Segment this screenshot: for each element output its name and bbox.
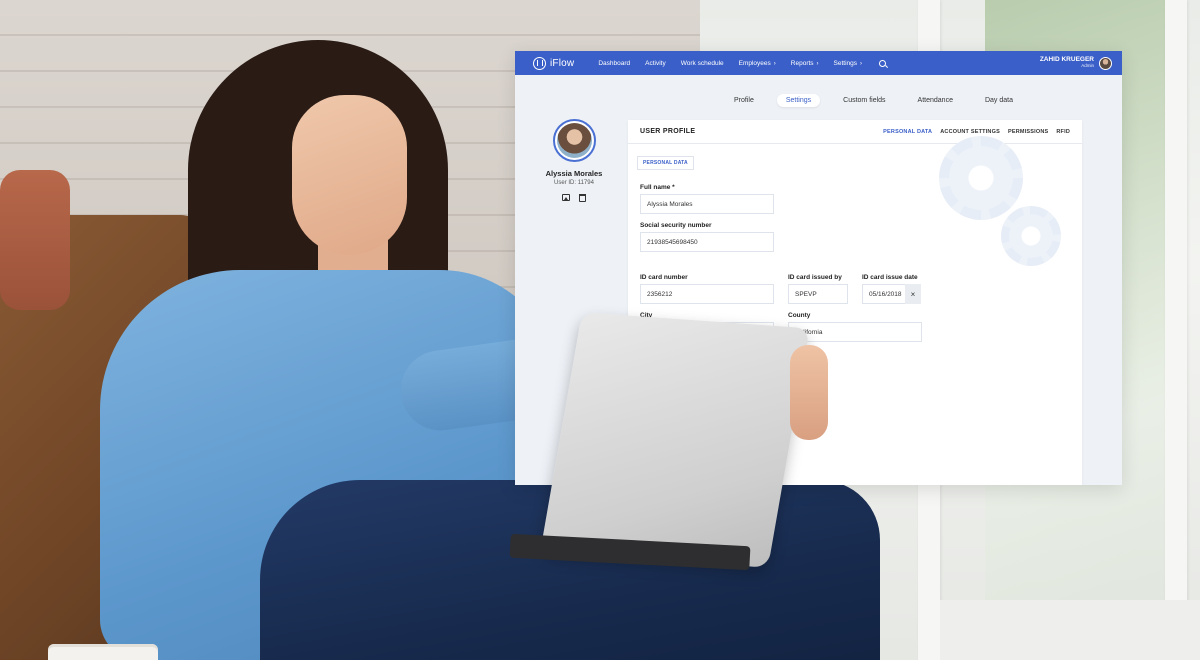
nav-item-reports[interactable]: Reports › [791, 60, 819, 67]
tab-personal-data[interactable]: PERSONAL DATA [883, 129, 932, 135]
id-card-issue-date-label: ID card issue date [862, 274, 918, 281]
profile-photo [556, 123, 592, 158]
coffee-cup [48, 644, 158, 660]
nav-item-dashboard[interactable]: Dashboard [598, 60, 630, 67]
user-avatar[interactable] [1099, 56, 1112, 70]
id-card-issued-by-label: ID card issued by [788, 274, 842, 281]
id-card-number-field[interactable]: 2356212 [640, 284, 774, 304]
profile-actions [541, 194, 607, 202]
chevron-right-icon: › [816, 60, 819, 67]
clear-date-icon[interactable]: × [905, 284, 921, 304]
user-menu[interactable]: ZAHID KRUEGER Admin [1040, 56, 1112, 70]
tab-rfid[interactable]: RFID [1056, 129, 1070, 135]
tab-attendance[interactable]: Attendance [909, 94, 962, 107]
nav-item-work-schedule[interactable]: Work schedule [681, 60, 724, 67]
chevron-right-icon: › [860, 60, 863, 67]
armchair-cushion [0, 170, 70, 310]
nav-label: Dashboard [598, 59, 631, 67]
chevron-right-icon: › [773, 60, 776, 67]
image-icon[interactable] [562, 194, 570, 201]
card-title: USER PROFILE [640, 128, 696, 135]
id-card-issued-by-field[interactable]: SPEVP [788, 284, 848, 304]
woman-face [292, 95, 407, 255]
tab-account-settings[interactable]: ACCOUNT SETTINGS [940, 129, 1000, 135]
card-tabs: PERSONAL DATA ACCOUNT SETTINGS PERMISSIO… [883, 129, 1070, 135]
window-sill [940, 600, 1200, 660]
nav-label: Work schedule [680, 59, 724, 67]
search-icon[interactable] [879, 59, 887, 67]
tab-settings[interactable]: Settings [776, 94, 821, 107]
section-label: PERSONAL DATA [637, 156, 694, 170]
gears-illustration [931, 136, 1066, 276]
nav-item-settings[interactable]: Settings › [834, 60, 863, 67]
gear-icon [939, 136, 1023, 220]
tab-day-data[interactable]: Day data [976, 94, 1022, 107]
profile-avatar[interactable] [552, 119, 596, 162]
tab-custom-fields[interactable]: Custom fields [834, 94, 894, 107]
profile-sidebar: Alyssia Morales User ID: 11794 [541, 119, 607, 202]
nav-label: Reports [790, 59, 814, 67]
county-label: County [788, 312, 811, 319]
app-brand: iFlow [550, 57, 575, 69]
logo-icon [533, 56, 546, 70]
nav-item-employees[interactable]: Employees › [739, 60, 776, 67]
trash-icon[interactable] [579, 194, 586, 202]
app-logo[interactable]: iFlow [533, 56, 575, 70]
page-tabs: Profile Settings Custom fields Attendanc… [725, 94, 1022, 107]
county-field[interactable]: California [788, 322, 922, 342]
id-card-issue-date-field[interactable]: 05/16/2018 [862, 284, 906, 304]
nav-item-activity[interactable]: Activity [645, 60, 666, 67]
nav-label: Employees [738, 59, 771, 67]
woman-hand [790, 345, 828, 440]
ssn-field[interactable]: 21938545698450 [640, 232, 774, 252]
nav-label: Activity [645, 59, 666, 67]
tab-profile[interactable]: Profile [725, 94, 763, 107]
main-nav: Dashboard Activity Work schedule Employe… [598, 59, 887, 67]
top-navigation-bar: iFlow Dashboard Activity Work schedule E… [515, 51, 1122, 75]
profile-user-id: User ID: 11794 [554, 180, 594, 186]
tab-permissions[interactable]: PERMISSIONS [1008, 129, 1048, 135]
window-frame-right [1165, 0, 1187, 660]
id-card-number-label: ID card number [640, 274, 688, 281]
user-info: ZAHID KRUEGER Admin [1040, 56, 1094, 69]
profile-name: Alyssia Morales [545, 169, 603, 178]
full-name-label: Full name * [640, 184, 675, 191]
ssn-label: Social security number [640, 222, 712, 229]
laptop [540, 312, 810, 568]
user-role: Admin [1081, 63, 1094, 69]
gear-icon [1001, 206, 1061, 266]
full-name-field[interactable]: Alyssia Morales [640, 194, 774, 214]
nav-label: Settings [833, 59, 858, 67]
